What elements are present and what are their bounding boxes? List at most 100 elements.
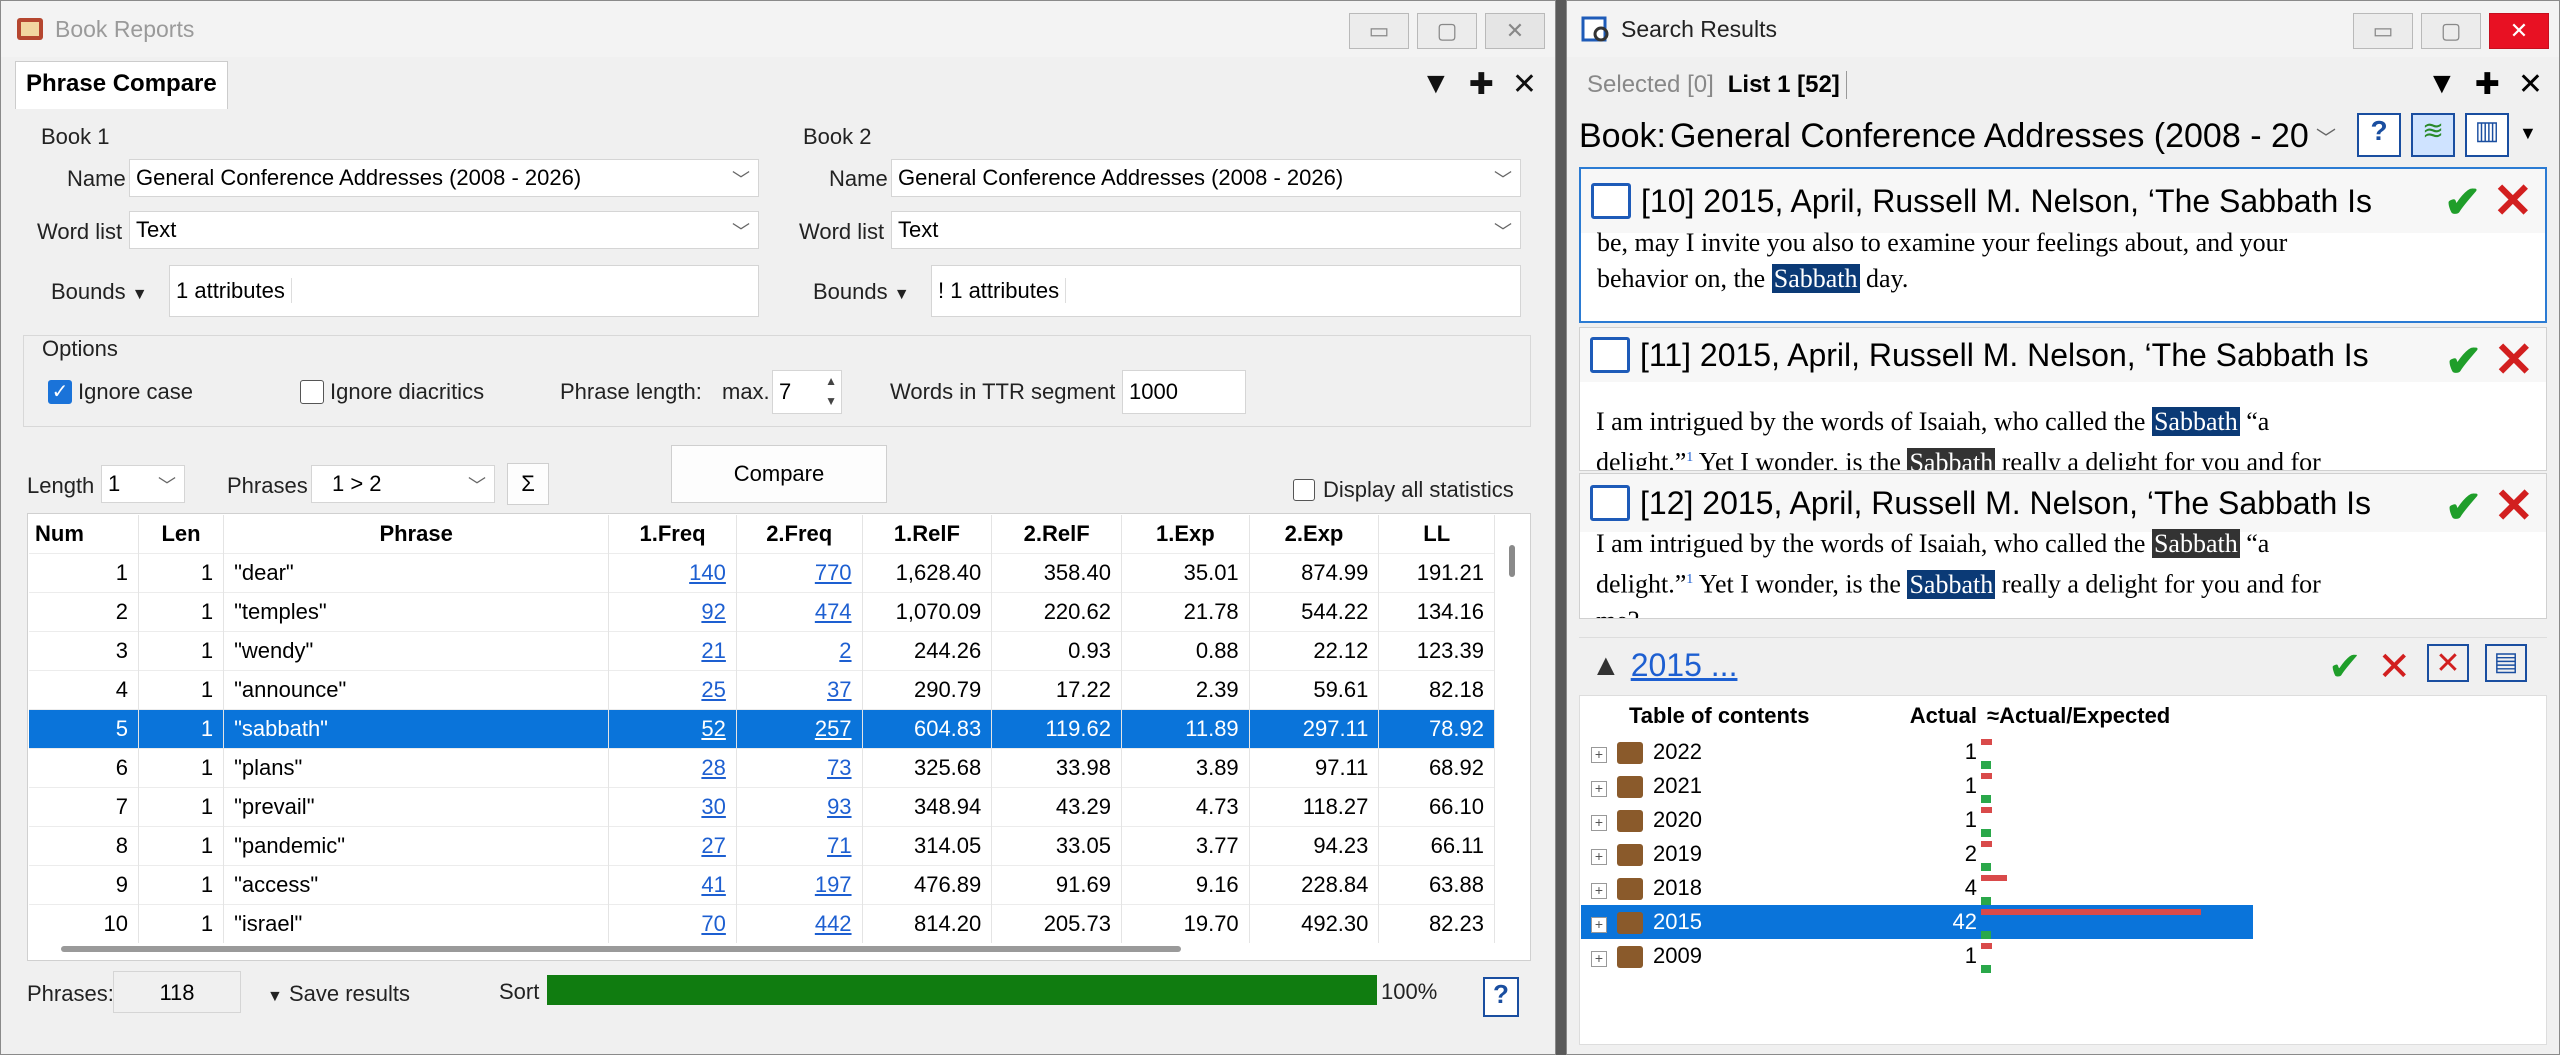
expand-icon[interactable]: + (1591, 849, 1607, 865)
table-row[interactable]: 10 1 "israel" 70 442 814.20 205.73 19.70 492.30 8… (29, 903, 1495, 943)
book-select-value[interactable]: General Conference Addresses (2008 - 202 (1670, 117, 2310, 156)
dropdown-icon[interactable]: ▼ (2427, 67, 2457, 102)
cell-1-freq[interactable]: 70 (608, 903, 737, 943)
help-icon[interactable]: ? (2357, 113, 2401, 157)
cell-1-freq[interactable]: 92 (608, 591, 737, 631)
phrases-direction-select[interactable]: 1 > 2 ﹀ (311, 465, 495, 503)
table-row[interactable]: 6 1 "plans" 28 73 325.68 33.98 3.89 97.11 68.92 (29, 747, 1495, 787)
accept-check-icon[interactable]: ✔ (2445, 336, 2482, 387)
cell-1-freq[interactable]: 41 (608, 864, 737, 904)
reject-x-icon[interactable]: ✕ (2493, 173, 2533, 229)
cell-2-freq[interactable]: 770 (736, 552, 863, 592)
book2-wordlist-select[interactable]: Text ﹀ (891, 211, 1521, 249)
book2-bounds-label[interactable]: Bounds ▼ (813, 279, 910, 305)
column-header-2-relf[interactable]: 2.RelF (991, 515, 1122, 553)
column-header-2-exp[interactable]: 2.Exp (1249, 515, 1380, 553)
spin-arrows-icon[interactable]: ▲ ▼ (825, 371, 837, 411)
table-row[interactable]: 8 1 "pandemic" 27 71 314.05 33.05 3.77 94.23 66.1… (29, 825, 1495, 865)
col-ratio[interactable]: ≈Actual/Expected (1981, 697, 2253, 735)
tab-selected[interactable]: Selected [0] (1579, 71, 1722, 99)
cell-2-freq[interactable]: 197 (736, 864, 863, 904)
waveform-icon[interactable]: ≋ (2411, 113, 2455, 157)
close-button[interactable]: ✕ (2489, 13, 2549, 49)
reject-all-icon[interactable]: ✕ (2377, 644, 2411, 690)
toc-row[interactable]: +2021 1 (1581, 769, 2253, 803)
toc-row[interactable]: +2018 4 (1581, 871, 2253, 905)
dropdown-icon[interactable]: ▼ (1421, 67, 1451, 102)
column-header-1-exp[interactable]: 1.Exp (1121, 515, 1250, 553)
cell-2-freq[interactable]: 2 (736, 630, 863, 670)
toc-row[interactable]: +2019 2 (1581, 837, 2253, 871)
search-result-11[interactable]: [11] 2015, April, Russell M. Nelson, ‘Th… (1579, 327, 2547, 471)
close-panel-icon[interactable]: ✕ (2518, 67, 2543, 102)
accept-all-icon[interactable]: ✔ (2328, 644, 2362, 690)
column-header-phrase[interactable]: Phrase (223, 515, 610, 553)
col-toc[interactable]: Table of contents (1581, 697, 1871, 735)
cell-2-freq[interactable]: 257 (736, 708, 863, 748)
pin-icon[interactable]: ✚ (2475, 67, 2500, 102)
toc-row[interactable]: +2009 1 (1581, 939, 2253, 973)
nav-link-2015[interactable]: 2015 ... (1631, 647, 1738, 684)
toc-row[interactable]: +2015 42 (1581, 905, 2253, 939)
table-row[interactable]: 3 1 "wendy" 21 2 244.26 0.93 0.88 22.12 123.39 (29, 630, 1495, 670)
table-row[interactable]: 2 1 "temples" 92 474 1,070.09 220.62 21.78 544.2… (29, 591, 1495, 631)
column-header-1-relf[interactable]: 1.RelF (862, 515, 993, 553)
report-icon[interactable]: ▤ (2485, 644, 2527, 682)
cell-2-freq[interactable]: 73 (736, 747, 863, 787)
expand-icon[interactable]: + (1591, 917, 1607, 933)
cell-2-freq[interactable]: 442 (736, 903, 863, 943)
book1-bounds-label[interactable]: Bounds ▼ (51, 279, 148, 305)
column-header-len[interactable]: Len (138, 515, 225, 553)
tab-list-1[interactable]: List 1 [52] (1722, 71, 1847, 99)
caret-down-icon[interactable]: ▼ (2519, 123, 2537, 157)
book1-bounds-field[interactable]: 1 attributes (169, 265, 759, 317)
cell-2-freq[interactable]: 474 (736, 591, 863, 631)
ttr-input[interactable]: 1000 (1122, 370, 1246, 414)
table-row[interactable]: 1 1 "dear" 140 770 1,628.40 358.40 35.01 874.99 1… (29, 552, 1495, 592)
maximize-button[interactable]: ▢ (1417, 13, 1477, 49)
horizontal-scrollbar[interactable] (61, 946, 1181, 952)
clear-selection-icon[interactable]: ✕ (2427, 644, 2469, 682)
columns-icon[interactable]: ▥ (2465, 113, 2509, 157)
display-all-statistics-checkbox[interactable] (1293, 479, 1315, 501)
accept-check-icon[interactable]: ✔ (2444, 177, 2481, 228)
cell-1-freq[interactable]: 140 (608, 552, 737, 592)
save-results-button[interactable]: ▼ Save results (267, 981, 410, 1007)
expand-icon[interactable]: + (1591, 747, 1607, 763)
expand-icon[interactable]: + (1591, 815, 1607, 831)
table-row[interactable]: 7 1 "prevail" 30 93 348.94 43.29 4.73 118.27 66.1… (29, 786, 1495, 826)
search-result-12[interactable]: [12] 2015, April, Russell M. Nelson, ‘Th… (1579, 473, 2547, 619)
toc-row[interactable]: +2022 1 (1581, 735, 2253, 769)
column-header-ll[interactable]: LL (1378, 515, 1495, 553)
max-phrase-length-stepper[interactable]: 7 ▲ ▼ (772, 370, 842, 414)
table-row[interactable]: 9 1 "access" 41 197 476.89 91.69 9.16 228.84 63.8… (29, 864, 1495, 904)
reject-x-icon[interactable]: ✕ (2494, 332, 2534, 388)
cell-2-freq[interactable]: 71 (736, 825, 863, 865)
column-header-num[interactable]: Num (29, 515, 139, 553)
vertical-scrollbar[interactable] (1509, 545, 1515, 577)
sigma-button[interactable]: Σ (507, 463, 549, 505)
book2-name-select[interactable]: General Conference Addresses (2008 - 202… (891, 159, 1521, 197)
cell-1-freq[interactable]: 52 (608, 708, 737, 748)
table-row[interactable]: 4 1 "announce" 25 37 290.79 17.22 2.39 59.61 82.1… (29, 669, 1495, 709)
close-button[interactable]: ✕ (1485, 13, 1545, 49)
expand-icon[interactable]: + (1591, 951, 1607, 967)
help-icon[interactable]: ? (1483, 977, 1519, 1017)
minimize-button[interactable]: ▭ (2353, 13, 2413, 49)
cell-1-freq[interactable]: 30 (608, 786, 737, 826)
phrase-compare-tab[interactable]: Phrase Compare (15, 61, 228, 109)
table-row[interactable]: 5 1 "sabbath" 52 257 604.83 119.62 11.89 297.11 7… (29, 708, 1495, 748)
cell-2-freq[interactable]: 93 (736, 786, 863, 826)
pin-icon[interactable]: ✚ (1469, 67, 1494, 102)
maximize-button[interactable]: ▢ (2421, 13, 2481, 49)
cell-2-freq[interactable]: 37 (736, 669, 863, 709)
book2-bounds-field[interactable]: ! 1 attributes (931, 265, 1521, 317)
search-result-10[interactable]: [10] 2015, April, Russell M. Nelson, ‘Th… (1579, 167, 2547, 323)
length-select[interactable]: 1 ﹀ (101, 465, 185, 503)
cell-1-freq[interactable]: 25 (608, 669, 737, 709)
minimize-button[interactable]: ▭ (1349, 13, 1409, 49)
ignore-case-checkbox[interactable]: ✓ (48, 380, 72, 404)
expand-icon[interactable]: + (1591, 781, 1607, 797)
up-arrow-icon[interactable]: ▲ (1591, 649, 1621, 683)
book1-wordlist-select[interactable]: Text ﹀ (129, 211, 759, 249)
